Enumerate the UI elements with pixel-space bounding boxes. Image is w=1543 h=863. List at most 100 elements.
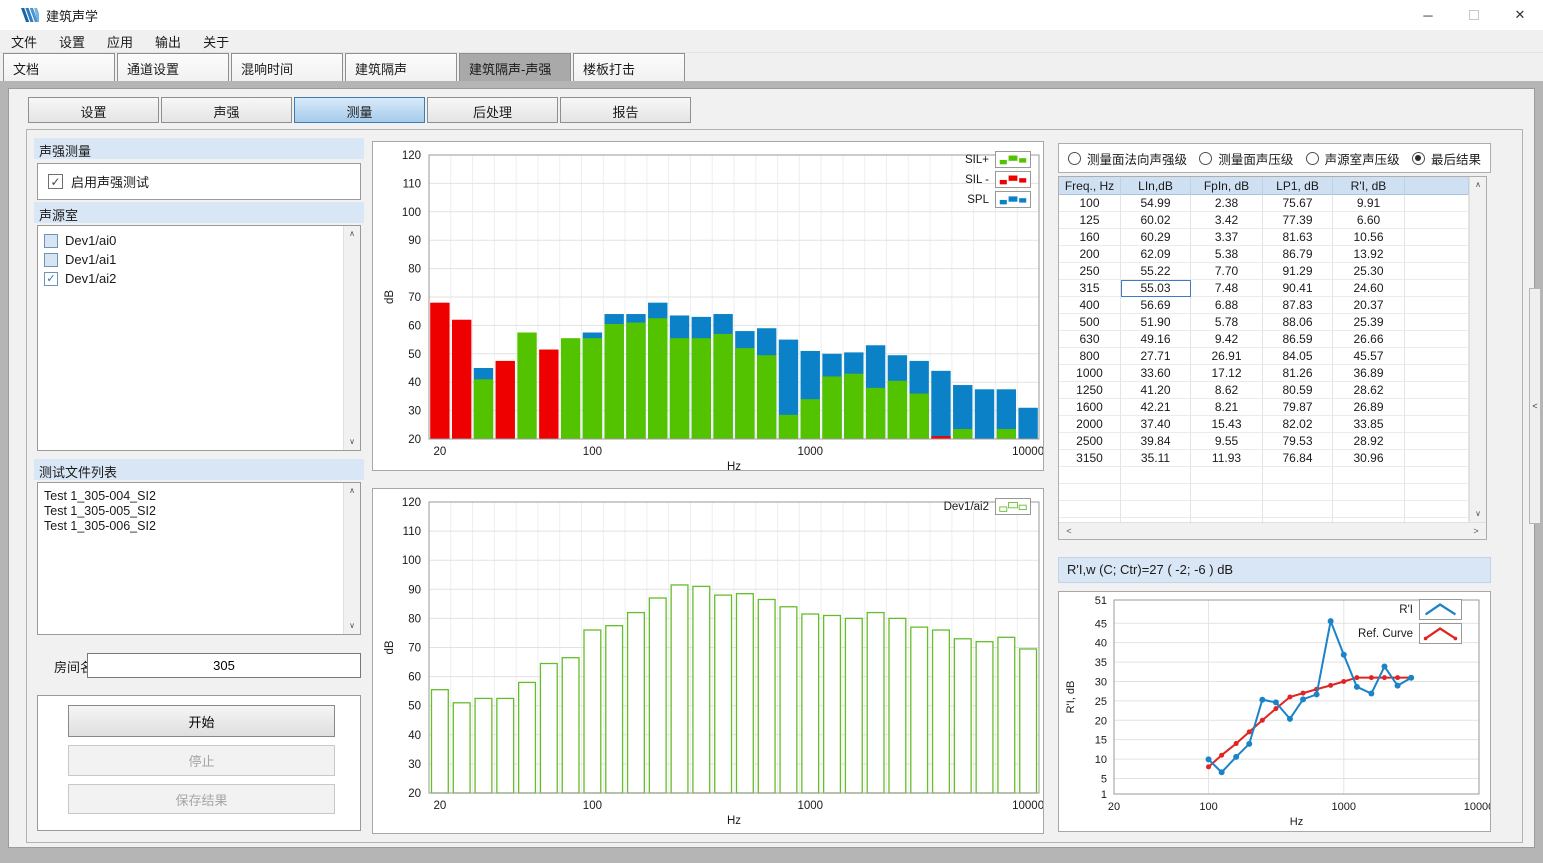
table-cell[interactable]: 80.59 [1263,382,1333,399]
main-tab-楼板打击[interactable]: 楼板打击 [573,53,685,81]
table-cell[interactable]: 81.26 [1263,365,1333,382]
menu-item-文件[interactable]: 文件 [11,32,37,51]
table-cell[interactable] [1405,331,1469,348]
table-cell[interactable] [1405,263,1469,280]
table-cell[interactable]: 630 [1059,331,1121,348]
table-cell[interactable]: 125 [1059,212,1121,229]
table-cell[interactable]: 86.59 [1263,331,1333,348]
table-cell[interactable] [1263,484,1333,501]
table-cell[interactable]: 17.12 [1191,365,1263,382]
side-panel-collapse-button[interactable]: < [1529,288,1541,524]
source-room-item[interactable]: ✓Dev1/ai2 [44,269,343,288]
maximize-button[interactable] [1451,0,1497,30]
table-cell[interactable] [1405,229,1469,246]
table-cell[interactable]: 13.92 [1333,246,1405,263]
table-cell[interactable] [1405,212,1469,229]
scroll-up-icon[interactable]: ∧ [1470,177,1486,193]
table-cell[interactable] [1405,195,1469,212]
table-cell[interactable]: 25.30 [1333,263,1405,280]
scroll-up-icon[interactable]: ∧ [344,483,360,499]
table-cell[interactable]: 26.66 [1333,331,1405,348]
scroll-up-icon[interactable]: ∧ [344,226,360,242]
table-cell[interactable]: 24.60 [1333,280,1405,297]
channel-checkbox[interactable] [44,234,58,248]
table-cell[interactable] [1405,280,1469,297]
table-cell[interactable] [1121,467,1191,484]
table-cell[interactable] [1405,450,1469,467]
scroll-down-icon[interactable]: ∨ [344,618,360,634]
scroll-left-icon[interactable]: < [1061,523,1077,539]
table-cell[interactable] [1121,484,1191,501]
sub-tab-声强[interactable]: 声强 [161,97,292,123]
table-cell[interactable]: 39.84 [1121,433,1191,450]
table-cell[interactable]: 1250 [1059,382,1121,399]
table-cell[interactable]: 1000 [1059,365,1121,382]
table-cell[interactable]: 90.41 [1263,280,1333,297]
enable-intensity-checkbox[interactable]: ✓ [48,174,63,189]
table-cell[interactable]: 56.69 [1121,297,1191,314]
table-cell[interactable]: 3150 [1059,450,1121,467]
table-cell[interactable] [1405,382,1469,399]
table-cell[interactable] [1121,501,1191,518]
test-file-item[interactable]: Test 1_305-005_SI2 [44,503,343,518]
table-cell[interactable]: 500 [1059,314,1121,331]
table-cell[interactable]: 81.63 [1263,229,1333,246]
table-cell[interactable]: 60.29 [1121,229,1191,246]
table-cell[interactable]: 35.11 [1121,450,1191,467]
table-cell[interactable]: 7.48 [1191,280,1263,297]
stop-button[interactable]: 停止 [68,745,335,776]
table-cell[interactable]: 9.55 [1191,433,1263,450]
save-result-button[interactable]: 保存结果 [68,784,335,814]
menu-item-关于[interactable]: 关于 [203,32,229,51]
sub-tab-测量[interactable]: 测量 [294,97,425,123]
table-cell[interactable] [1059,467,1121,484]
menu-item-设置[interactable]: 设置 [59,32,85,51]
scroll-right-icon[interactable]: > [1468,523,1484,539]
table-cell[interactable]: 6.88 [1191,297,1263,314]
table-cell[interactable] [1405,314,1469,331]
table-cell[interactable]: 54.99 [1121,195,1191,212]
source-room-scrollbar[interactable]: ∧∨ [343,226,360,450]
table-cell[interactable]: 41.20 [1121,382,1191,399]
sub-tab-后处理[interactable]: 后处理 [427,97,558,123]
table-cell[interactable]: 5.78 [1191,314,1263,331]
table-cell[interactable]: 33.60 [1121,365,1191,382]
radio-声源室声压级[interactable]: 声源室声压级 [1306,149,1400,168]
table-cell[interactable] [1191,501,1263,518]
table-cell[interactable]: 315 [1059,280,1121,297]
table-cell[interactable] [1405,297,1469,314]
table-cell[interactable]: 100 [1059,195,1121,212]
scroll-down-icon[interactable]: ∨ [344,434,360,450]
table-cell[interactable] [1405,365,1469,382]
table-cell[interactable] [1405,501,1469,518]
table-cell[interactable] [1263,467,1333,484]
table-cell[interactable]: 200 [1059,246,1121,263]
table-cell[interactable] [1405,399,1469,416]
table-cell[interactable]: 9.42 [1191,331,1263,348]
table-cell[interactable]: 30.96 [1333,450,1405,467]
table-cell[interactable] [1405,467,1469,484]
table-vertical-scrollbar[interactable]: ∧ ∨ [1469,177,1486,522]
table-cell[interactable] [1405,348,1469,365]
table-cell[interactable]: 2.38 [1191,195,1263,212]
table-cell[interactable] [1333,467,1405,484]
main-tab-混响时间[interactable]: 混响时间 [231,53,343,81]
radio-最后结果[interactable]: 最后结果 [1412,149,1481,168]
table-cell[interactable]: 62.09 [1121,246,1191,263]
radio-icon[interactable] [1306,152,1319,165]
table-cell[interactable]: 36.89 [1333,365,1405,382]
table-cell[interactable] [1405,246,1469,263]
channel-checkbox[interactable]: ✓ [44,272,58,286]
table-cell[interactable]: 26.91 [1191,348,1263,365]
menu-item-应用[interactable]: 应用 [107,32,133,51]
table-cell[interactable]: 79.53 [1263,433,1333,450]
radio-测量面声压级[interactable]: 测量面声压级 [1199,149,1293,168]
table-cell[interactable]: 49.16 [1121,331,1191,348]
table-cell[interactable]: 26.89 [1333,399,1405,416]
table-cell[interactable]: 11.93 [1191,450,1263,467]
table-cell[interactable]: 160 [1059,229,1121,246]
menu-item-输出[interactable]: 输出 [155,32,181,51]
table-cell[interactable]: 28.92 [1333,433,1405,450]
table-cell[interactable]: 800 [1059,348,1121,365]
main-tab-文档[interactable]: 文档 [3,53,115,81]
